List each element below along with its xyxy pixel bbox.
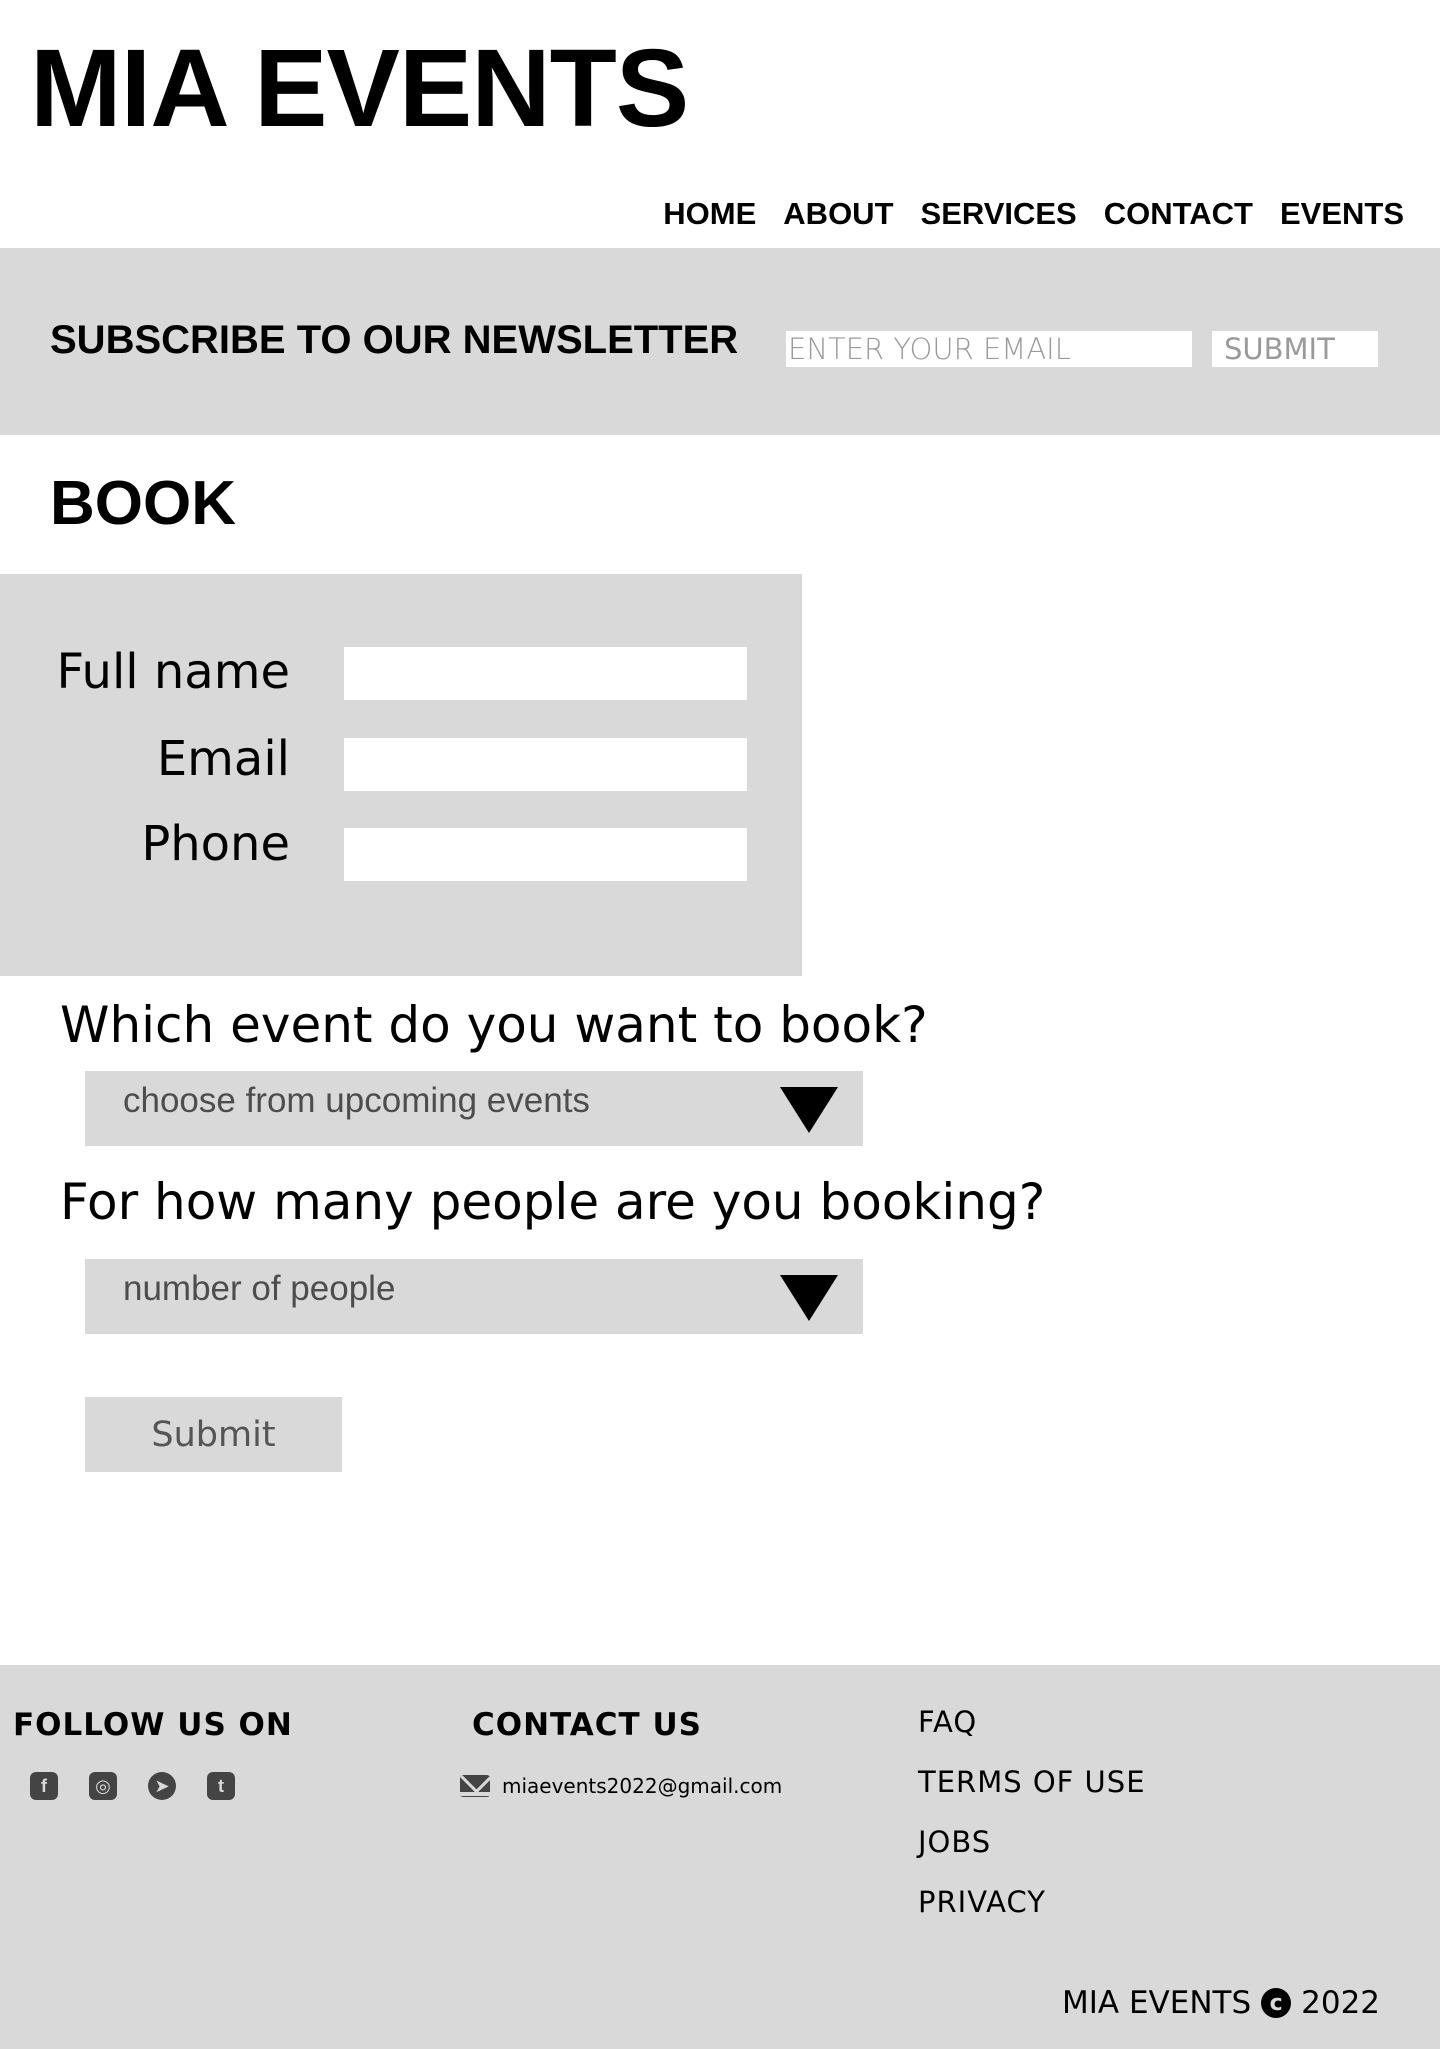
- nav-contact[interactable]: CONTACT: [1104, 196, 1253, 232]
- contact-email-link[interactable]: miaevents2022@gmail.com: [502, 1774, 782, 1798]
- social-links: f ◎ ➤ t: [30, 1772, 235, 1800]
- site-footer: FOLLOW US ON f ◎ ➤ t CONTACT US miaevent…: [0, 1665, 1440, 2049]
- telegram-icon[interactable]: ➤: [148, 1772, 176, 1800]
- footer-link-privacy[interactable]: PRIVACY: [918, 1885, 1046, 1919]
- people-select[interactable]: number of people: [85, 1259, 863, 1334]
- dropdown-arrow-icon: [780, 1087, 838, 1133]
- contact-heading: CONTACT US: [472, 1707, 702, 1743]
- facebook-icon[interactable]: f: [30, 1772, 58, 1800]
- newsletter-title: SUBSCRIBE TO OUR NEWSLETTER: [50, 318, 739, 362]
- main-nav: HOME ABOUT SERVICES CONTACT EVENTS: [663, 196, 1404, 232]
- newsletter-email-input[interactable]: [786, 331, 1192, 367]
- follow-heading: FOLLOW US ON: [13, 1707, 293, 1743]
- email-label: Email: [156, 731, 290, 787]
- event-select[interactable]: choose from upcoming events: [85, 1071, 863, 1146]
- event-question: Which event do you want to book?: [60, 996, 928, 1054]
- email-input[interactable]: [344, 738, 747, 791]
- mail-icon: [460, 1775, 490, 1797]
- phone-label: Phone: [141, 816, 290, 872]
- footer-link-faq[interactable]: FAQ: [918, 1705, 977, 1739]
- footer-link-jobs[interactable]: JOBS: [918, 1825, 991, 1859]
- copyright: MIA EVENTS c 2022: [1062, 1985, 1380, 2021]
- twitter-icon[interactable]: t: [207, 1772, 235, 1800]
- copyright-icon: c: [1261, 1988, 1292, 2018]
- nav-home[interactable]: HOME: [663, 196, 756, 232]
- booking-form-panel: Full name Email Phone: [0, 574, 802, 976]
- site-logo[interactable]: MIA EVENTS: [30, 28, 689, 149]
- full-name-input[interactable]: [344, 647, 747, 700]
- nav-events[interactable]: EVENTS: [1280, 196, 1404, 232]
- nav-services[interactable]: SERVICES: [921, 196, 1077, 232]
- copyright-name: MIA EVENTS: [1062, 1985, 1252, 2021]
- people-select-value: number of people: [123, 1269, 396, 1308]
- people-question: For how many people are you booking?: [60, 1173, 1046, 1231]
- newsletter-submit-button[interactable]: SUBMIT: [1212, 331, 1378, 367]
- footer-link-terms[interactable]: TERMS OF USE: [918, 1765, 1146, 1799]
- newsletter-band: SUBSCRIBE TO OUR NEWSLETTER SUBMIT: [0, 248, 1440, 435]
- book-title: BOOK: [50, 469, 236, 538]
- instagram-icon[interactable]: ◎: [89, 1772, 117, 1800]
- phone-input[interactable]: [344, 828, 747, 881]
- full-name-label: Full name: [56, 644, 290, 700]
- copyright-year: 2022: [1301, 1985, 1381, 2021]
- booking-submit-button[interactable]: Submit: [85, 1397, 342, 1472]
- event-select-value: choose from upcoming events: [123, 1081, 590, 1120]
- nav-about[interactable]: ABOUT: [783, 196, 893, 232]
- dropdown-arrow-icon: [780, 1275, 838, 1321]
